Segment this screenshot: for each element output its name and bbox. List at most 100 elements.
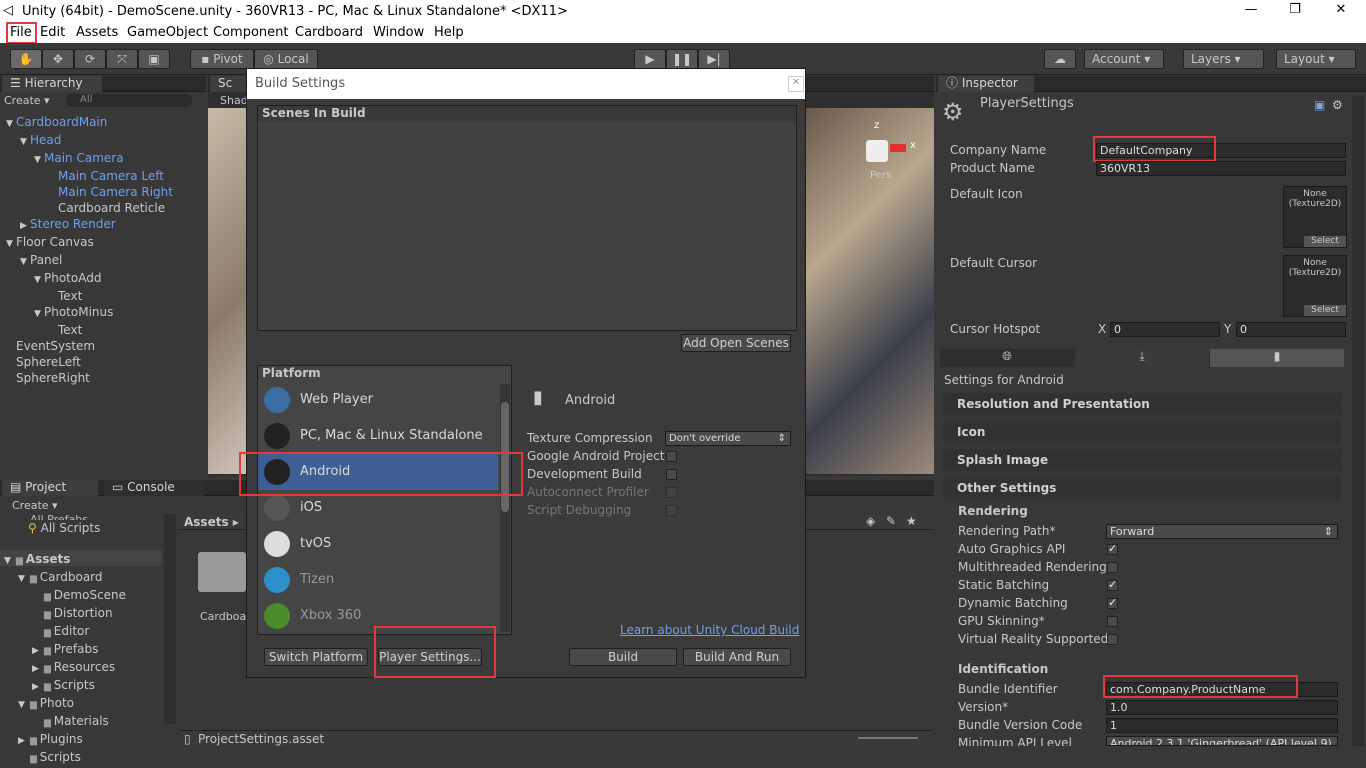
project-tree-item[interactable]: ▼ ▆ Photo xyxy=(0,695,162,713)
bundle-version-code-input[interactable]: 1 xyxy=(1106,718,1338,733)
minimize-button[interactable]: — xyxy=(1236,2,1266,20)
tab-android-icon[interactable]: ▮ xyxy=(1210,349,1344,367)
hierarchy-item[interactable]: ▼ Floor Canvas xyxy=(0,234,206,252)
texture-compression-dropdown[interactable]: Don't override ⇕ xyxy=(665,431,791,446)
build-button[interactable]: Build xyxy=(569,648,677,666)
hierarchy-item[interactable]: ▼ PhotoAdd xyxy=(0,270,206,288)
build-and-run-button[interactable]: Build And Run xyxy=(683,648,791,666)
close-button[interactable]: ✕ xyxy=(1326,2,1356,20)
menu-help[interactable]: Help xyxy=(434,25,464,40)
project-tree-item[interactable]: ▆ Materials xyxy=(0,713,162,731)
dialog-close-button[interactable]: ✕ xyxy=(788,76,804,92)
label-filter-icon[interactable]: ◈ xyxy=(866,514,875,528)
hierarchy-item[interactable]: SphereRight xyxy=(0,370,206,386)
favorite-all-scripts[interactable]: ⚲ All Scripts xyxy=(28,520,100,536)
expand-arrow-icon[interactable]: ▼ xyxy=(34,152,44,168)
play-button[interactable]: ▶ xyxy=(634,49,666,69)
expand-arrow-icon[interactable]: ▼ xyxy=(20,254,30,270)
default-icon-select[interactable]: Select xyxy=(1304,236,1346,247)
hierarchy-item[interactable]: EventSystem xyxy=(0,338,206,354)
render-option-checkbox[interactable] xyxy=(1107,542,1118,555)
section-splash[interactable]: Splash Image xyxy=(943,449,1341,471)
version-input[interactable]: 1.0 xyxy=(1106,700,1338,715)
favorite-all-prefabs[interactable]: All Prefabs xyxy=(30,512,88,520)
hotspot-y-input[interactable]: 0 xyxy=(1236,322,1346,337)
project-tree-item[interactable]: ▶ ▆ Plugins xyxy=(0,731,162,749)
menu-assets[interactable]: Assets xyxy=(76,25,118,40)
step-button[interactable]: ▶| xyxy=(698,49,730,69)
project-tree-item[interactable]: ▼ ▆ Cardboard xyxy=(0,569,162,587)
hierarchy-item[interactable]: ▼ PhotoMinus xyxy=(0,304,206,322)
project-tree-item[interactable]: ▶ ▆ Scripts xyxy=(0,677,162,695)
tab-hierarchy[interactable]: ☰ Hierarchy xyxy=(2,76,102,92)
hierarchy-item[interactable]: Main Camera Left xyxy=(0,168,206,184)
pause-button[interactable]: ❚❚ xyxy=(666,49,698,69)
hierarchy-item[interactable]: ▼ Panel xyxy=(0,252,206,270)
expand-arrow-icon[interactable]: ▼ xyxy=(18,571,30,587)
expand-arrow-icon[interactable]: ▼ xyxy=(6,236,16,252)
settings-icon[interactable]: ⚙ xyxy=(1332,98,1343,112)
menu-gameobject[interactable]: GameObject xyxy=(127,25,208,40)
hierarchy-item[interactable]: ▼ Head xyxy=(0,132,206,150)
cloud-icon[interactable]: ☁ xyxy=(1044,49,1076,69)
project-tree-item[interactable]: ▆ Scripts xyxy=(0,749,162,767)
move-tool-icon[interactable]: ✥ xyxy=(42,49,74,69)
project-create-button[interactable]: Create ▾ xyxy=(12,499,58,512)
inspector-scrollbar[interactable] xyxy=(1352,96,1364,746)
folder-cardboard-label[interactable]: Cardboar xyxy=(200,610,251,623)
expand-arrow-icon[interactable]: ▶ xyxy=(32,661,44,677)
restore-button[interactable]: ❐ xyxy=(1280,2,1310,20)
development-build-checkbox[interactable] xyxy=(666,469,677,480)
hand-tool-icon[interactable]: ✋ xyxy=(10,49,42,69)
project-tree-item[interactable]: ▼ ▆ Assets xyxy=(0,551,162,569)
expand-arrow-icon[interactable]: ▼ xyxy=(18,697,30,713)
scene-gizmo[interactable]: z x Pers xyxy=(848,120,916,186)
platform-item[interactable]: tvOS xyxy=(258,526,498,562)
project-tree-item[interactable]: ▆ DemoScene xyxy=(0,587,162,605)
render-option-checkbox[interactable] xyxy=(1107,596,1118,609)
rendering-path-dropdown[interactable]: Forward ⇕ xyxy=(1106,524,1338,539)
project-tree-item[interactable]: ▶ ▆ Resources xyxy=(0,659,162,677)
expand-arrow-icon[interactable]: ▶ xyxy=(18,733,30,749)
section-resolution[interactable]: Resolution and Presentation xyxy=(943,393,1341,415)
hierarchy-item[interactable]: SphereLeft xyxy=(0,354,206,370)
hierarchy-search-input[interactable]: All xyxy=(66,94,192,107)
expand-arrow-icon[interactable]: ▶ xyxy=(20,218,30,234)
menu-component[interactable]: Component xyxy=(213,25,288,40)
product-name-input[interactable]: 360VR13 xyxy=(1096,161,1346,176)
layout-dropdown[interactable]: Layout ▾ xyxy=(1276,49,1356,69)
render-option-checkbox[interactable] xyxy=(1107,562,1118,573)
project-tree-item[interactable]: ▆ Editor xyxy=(0,623,162,641)
platform-item[interactable]: Tizen xyxy=(258,562,498,598)
platform-item[interactable]: PC, Mac & Linux Standalone xyxy=(258,418,498,454)
tab-webplayer-download-icon[interactable]: ⤓ xyxy=(1075,349,1209,367)
expand-arrow-icon[interactable]: ▼ xyxy=(20,134,30,150)
tab-console[interactable]: ▭ Console xyxy=(104,480,204,496)
tab-scene[interactable]: Sc xyxy=(210,76,248,92)
tab-project[interactable]: ▤ Project xyxy=(2,480,98,496)
hierarchy-item[interactable]: ▼ CardboardMain xyxy=(0,114,206,132)
local-toggle[interactable]: ◎ Local xyxy=(254,49,318,69)
account-dropdown[interactable]: Account ▾ xyxy=(1084,49,1164,69)
project-tree-item[interactable]: ▶ ▆ Prefabs xyxy=(0,641,162,659)
pivot-toggle[interactable]: ▪ Pivot xyxy=(190,49,254,69)
tab-inspector[interactable]: ⓘ Inspector xyxy=(938,76,1034,92)
menu-cardboard[interactable]: Cardboard xyxy=(295,25,363,40)
zoom-slider[interactable] xyxy=(858,737,918,739)
expand-arrow-icon[interactable]: ▶ xyxy=(32,643,44,659)
hotspot-x-input[interactable]: 0 xyxy=(1110,322,1220,337)
default-cursor-select[interactable]: Select xyxy=(1304,305,1346,316)
menu-window[interactable]: Window xyxy=(373,25,424,40)
folder-icon[interactable] xyxy=(198,552,246,592)
section-icon[interactable]: Icon xyxy=(943,421,1341,443)
render-option-checkbox[interactable] xyxy=(1107,634,1118,645)
hierarchy-item[interactable]: Cardboard Reticle xyxy=(0,200,206,216)
scenes-in-build-list[interactable]: Scenes In Build xyxy=(257,105,797,331)
menu-edit[interactable]: Edit xyxy=(40,25,65,40)
scale-tool-icon[interactable]: ⤧ xyxy=(106,49,138,69)
platform-item[interactable]: Web Player xyxy=(258,382,498,418)
project-tree-scrollbar[interactable] xyxy=(164,514,176,724)
hierarchy-item[interactable]: ▶ Stereo Render xyxy=(0,216,206,234)
expand-arrow-icon[interactable]: ▶ xyxy=(32,679,44,695)
expand-arrow-icon[interactable]: ▼ xyxy=(34,272,44,288)
